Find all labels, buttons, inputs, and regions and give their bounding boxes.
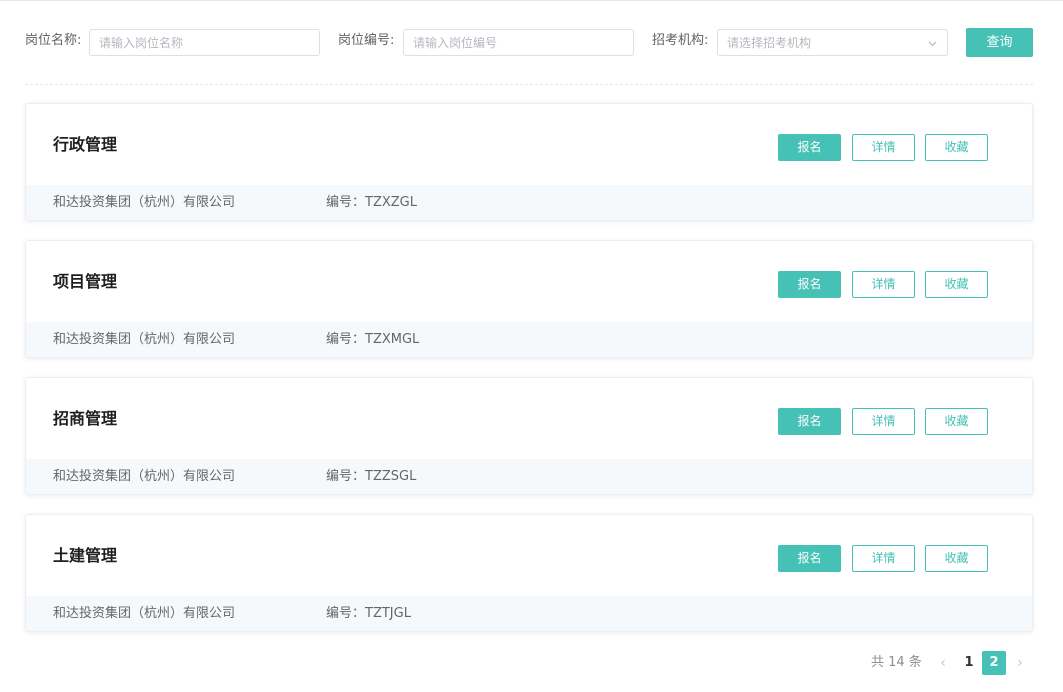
card-footer: 和达投资集团（杭州）有限公司 编号：TZXMGL bbox=[26, 322, 1032, 357]
favorite-button[interactable]: 收藏 bbox=[925, 271, 988, 298]
position-name-input[interactable] bbox=[89, 29, 320, 56]
position-card: 项目管理 报名 详情 收藏 和达投资集团（杭州）有限公司 编号：TZXMGL bbox=[25, 240, 1033, 358]
apply-button[interactable]: 报名 bbox=[778, 408, 841, 435]
page-1-button[interactable]: 1 bbox=[957, 651, 981, 675]
apply-button[interactable]: 报名 bbox=[778, 271, 841, 298]
position-title: 招商管理 bbox=[53, 409, 118, 428]
favorite-button[interactable]: 收藏 bbox=[925, 408, 988, 435]
company-name: 和达投资集团（杭州）有限公司 bbox=[53, 332, 236, 347]
position-card: 招商管理 报名 详情 收藏 和达投资集团（杭州）有限公司 编号：TZZSGL bbox=[25, 377, 1033, 495]
page-2-button[interactable]: 2 bbox=[982, 651, 1006, 675]
detail-button[interactable]: 详情 bbox=[852, 134, 915, 161]
card-footer: 和达投资集团（杭州）有限公司 编号：TZZSGL bbox=[26, 459, 1032, 494]
position-name-label: 岗位名称: bbox=[25, 33, 82, 48]
apply-button[interactable]: 报名 bbox=[778, 134, 841, 161]
divider bbox=[25, 84, 1033, 85]
card-footer: 和达投资集团（杭州）有限公司 编号：TZTJGL bbox=[26, 596, 1032, 631]
detail-button[interactable]: 详情 bbox=[852, 408, 915, 435]
position-code: 编号：TZXMGL bbox=[326, 332, 420, 347]
position-code: 编号：TZXZGL bbox=[326, 195, 417, 210]
org-label: 招考机构: bbox=[652, 33, 709, 48]
org-select-placeholder: 请选择招考机构 bbox=[727, 36, 812, 50]
detail-button[interactable]: 详情 bbox=[852, 271, 915, 298]
position-title: 行政管理 bbox=[53, 135, 118, 154]
org-select[interactable]: 请选择招考机构 bbox=[717, 29, 948, 56]
position-title: 项目管理 bbox=[53, 272, 118, 291]
position-title: 土建管理 bbox=[53, 546, 118, 565]
position-card: 土建管理 报名 详情 收藏 和达投资集团（杭州）有限公司 编号：TZTJGL bbox=[25, 514, 1033, 632]
position-card: 行政管理 报名 详情 收藏 和达投资集团（杭州）有限公司 编号：TZXZGL bbox=[25, 103, 1033, 221]
apply-button[interactable]: 报名 bbox=[778, 545, 841, 572]
detail-button[interactable]: 详情 bbox=[852, 545, 915, 572]
company-name: 和达投资集团（杭州）有限公司 bbox=[53, 606, 236, 621]
favorite-button[interactable]: 收藏 bbox=[925, 134, 988, 161]
query-button[interactable]: 查询 bbox=[966, 28, 1033, 57]
filter-bar: 岗位名称: 岗位编号: 招考机构: 请选择招考机构 查询 bbox=[0, 0, 1063, 84]
total-count: 共 14 条 bbox=[871, 655, 922, 670]
company-name: 和达投资集团（杭州）有限公司 bbox=[53, 195, 236, 210]
card-footer: 和达投资集团（杭州）有限公司 编号：TZXZGL bbox=[26, 185, 1032, 220]
position-code-label: 岗位编号: bbox=[338, 33, 395, 48]
pagination: 共 14 条 ‹ 1 2 › bbox=[0, 651, 1063, 675]
chevron-left-icon[interactable]: ‹ bbox=[936, 655, 950, 671]
favorite-button[interactable]: 收藏 bbox=[925, 545, 988, 572]
chevron-down-icon bbox=[928, 41, 937, 47]
position-code: 编号：TZZSGL bbox=[326, 469, 417, 484]
position-code-input[interactable] bbox=[403, 29, 634, 56]
chevron-right-icon[interactable]: › bbox=[1013, 655, 1027, 671]
company-name: 和达投资集团（杭州）有限公司 bbox=[53, 469, 236, 484]
position-code: 编号：TZTJGL bbox=[326, 606, 411, 621]
